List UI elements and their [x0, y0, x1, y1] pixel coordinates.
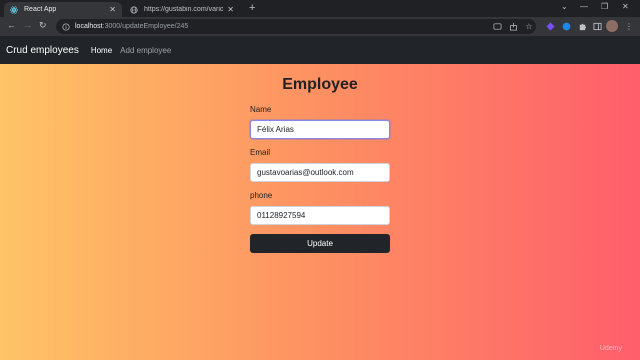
name-field-group: Name Félix Arias [250, 105, 390, 139]
restore-icon[interactable]: ❐ [601, 2, 608, 11]
side-panel-icon[interactable] [592, 21, 602, 31]
share-icon[interactable] [508, 21, 518, 31]
employee-form: Name Félix Arias Email gustavoarias@outl… [250, 105, 390, 253]
profile-avatar[interactable] [606, 20, 618, 32]
extensions-puzzle-icon[interactable] [577, 21, 587, 31]
phone-label: phone [250, 191, 273, 200]
tab-react-app[interactable]: React App ✕ [4, 2, 122, 17]
tab-title: React App [24, 6, 57, 13]
app-navbar: Crud employees Home Add employee [0, 36, 640, 64]
bookmark-star-icon[interactable]: ☆ [524, 21, 534, 31]
nav-link-add-employee[interactable]: Add employee [120, 46, 171, 55]
email-label: Email [250, 148, 271, 157]
name-input[interactable]: Félix Arias [250, 120, 390, 139]
tab-gustabin[interactable]: https://gustabin.com/various/api... ✕ [124, 2, 240, 17]
phone-input[interactable]: 01128927594 [250, 206, 390, 225]
close-window-icon[interactable]: ✕ [622, 2, 629, 11]
install-app-icon[interactable] [492, 21, 502, 31]
browser-tab-strip: React App ✕ https://gustabin.com/various… [0, 0, 640, 17]
new-tab-button[interactable]: + [249, 2, 255, 14]
minimize-icon[interactable]: — [580, 2, 588, 11]
email-input[interactable]: gustavoarias@outlook.com [250, 163, 390, 182]
browser-toolbar: ← → ↻ localhost:3000/updateEmployee/245 … [0, 17, 640, 36]
address-bar[interactable]: localhost:3000/updateEmployee/245 [56, 19, 536, 34]
back-arrow-icon[interactable]: ← [7, 20, 16, 30]
url-text[interactable]: localhost:3000/updateEmployee/245 [75, 23, 188, 30]
navbar-brand[interactable]: Crud employees [6, 45, 79, 56]
url-host: localhost [75, 23, 103, 30]
email-field-group: Email gustavoarias@outlook.com [250, 148, 390, 182]
extension-purple-icon[interactable] [545, 21, 555, 31]
nav-link-home[interactable]: Home [91, 46, 112, 55]
page-background: Employee Name Félix Arias Email gustavoa… [0, 64, 640, 360]
close-tab-icon[interactable]: ✕ [109, 5, 116, 14]
reload-icon[interactable]: ↻ [39, 20, 47, 31]
info-icon[interactable] [62, 18, 70, 36]
phone-field-group: phone 01128927594 [250, 191, 390, 225]
update-button[interactable]: Update [250, 234, 390, 253]
react-icon [10, 6, 18, 14]
extension-blue-icon[interactable] [561, 21, 571, 31]
forward-arrow-icon[interactable]: → [23, 20, 32, 30]
tab-title: https://gustabin.com/various/api... [144, 6, 224, 13]
menu-kebab-icon[interactable]: ⋮ [624, 21, 634, 31]
udemy-watermark: Udemy [599, 345, 622, 352]
page-title: Employee [282, 76, 358, 93]
close-tab-icon[interactable]: ✕ [227, 5, 234, 14]
globe-icon [130, 5, 138, 14]
tab-search-icon[interactable]: ⌄ [561, 2, 568, 11]
url-path: :3000/updateEmployee/245 [102, 23, 189, 30]
name-label: Name [250, 105, 272, 114]
